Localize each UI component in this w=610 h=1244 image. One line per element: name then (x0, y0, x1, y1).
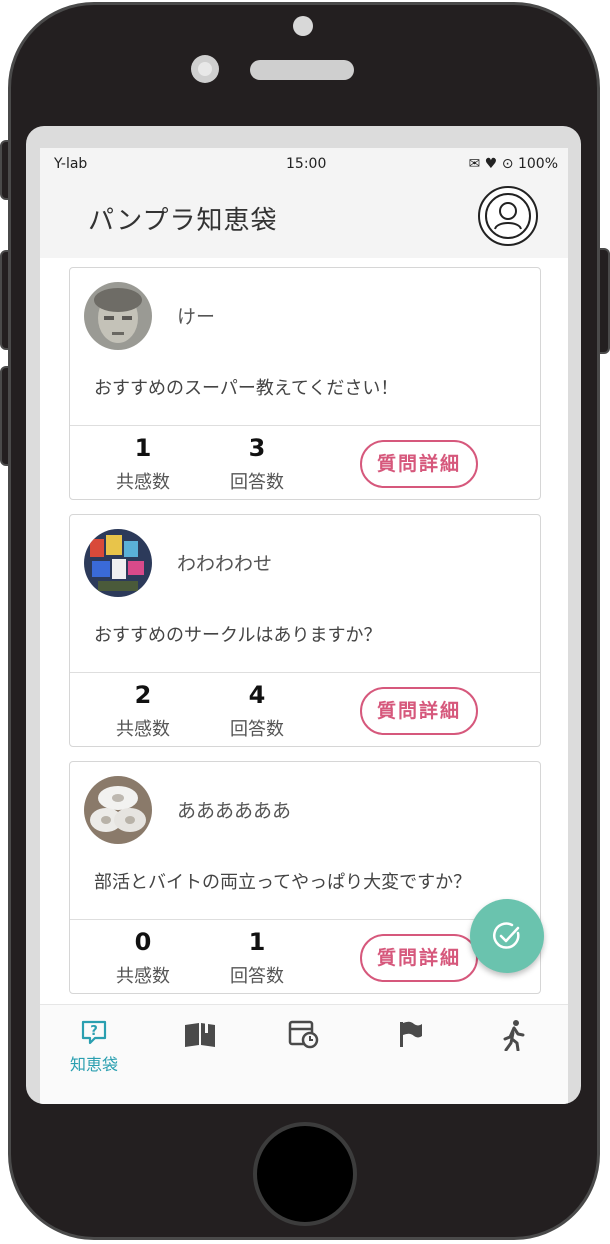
likes-label: 共感数 (116, 966, 170, 987)
question-card[interactable]: わわわわせ おすすめのサークルはありますか？ 2 共感数 4 回答数 質問詳細 (69, 514, 541, 747)
nav-item-schedule[interactable] (264, 1019, 344, 1049)
question-author: ああああああ (177, 800, 292, 822)
likes-stat: 1 共感数 (98, 434, 188, 494)
likes-stat: 0 共感数 (98, 928, 188, 988)
flag-icon (400, 1021, 422, 1047)
divider (70, 919, 540, 920)
front-camera (191, 55, 219, 83)
walking-icon (503, 1020, 525, 1051)
question-card[interactable]: けー おすすめのスーパー教えてください！ 1 共感数 3 回答数 質問詳細 (69, 267, 541, 500)
app-screen: Y-lab 15:00 ✉ ♥ ⊙ 100% パンプラ知恵袋 けー おすすめのス… (40, 148, 568, 1104)
avatar (84, 529, 152, 597)
user-avatar-icon (485, 193, 531, 239)
alarm-icon: ⊙ (501, 156, 514, 172)
nav-item-book[interactable] (160, 1019, 240, 1049)
screen: Y-lab 15:00 ✉ ♥ ⊙ 100% パンプラ知恵袋 けー おすすめのス… (26, 126, 581, 1104)
book-icon (185, 1021, 215, 1047)
svg-text:?: ? (90, 1024, 98, 1039)
answers-stat: 4 回答数 (212, 681, 302, 741)
question-author: けー (177, 306, 216, 328)
answers-count: 4 (248, 681, 266, 709)
divider (70, 672, 540, 673)
profile-button[interactable] (478, 186, 538, 246)
answers-count: 1 (248, 928, 266, 956)
answers-stat: 3 回答数 (212, 434, 302, 494)
likes-count: 0 (134, 928, 152, 956)
answers-count: 3 (248, 434, 266, 462)
battery-level: 100% (517, 156, 558, 172)
question-author: わわわわせ (177, 553, 273, 575)
avatar (84, 776, 152, 844)
app-title: パンプラ知恵袋 (88, 206, 278, 236)
answers-label: 回答数 (230, 719, 284, 740)
home-button[interactable] (253, 1122, 357, 1226)
question-detail-button[interactable]: 質問詳細 (360, 934, 478, 982)
carrier-label: Y-lab (54, 156, 88, 172)
question-card[interactable]: ああああああ 部活とバイトの両立ってやっぱり大変ですか？ 0 共感数 1 回答数… (69, 761, 541, 994)
check-circle-icon (493, 922, 520, 949)
answers-label: 回答数 (230, 472, 284, 493)
post-question-button[interactable] (470, 899, 544, 973)
front-sensor (293, 16, 313, 36)
likes-stat: 2 共感数 (98, 681, 188, 741)
clock: 15:00 (286, 156, 327, 172)
status-icons: ✉ ♥ ⊙ 100% (469, 156, 558, 172)
likes-count: 2 (134, 681, 152, 709)
question-text: おすすめのサークルはありますか？ (94, 625, 382, 646)
avatar (84, 282, 152, 350)
answers-label: 回答数 (230, 966, 284, 987)
question-text: 部活とバイトの両立ってやっぱり大変ですか？ (94, 872, 472, 893)
status-bar: Y-lab 15:00 ✉ ♥ ⊙ 100% (40, 148, 568, 178)
mail-icon: ✉ (468, 156, 481, 172)
nav-item-flag[interactable] (370, 1019, 450, 1049)
divider (70, 425, 540, 426)
answers-stat: 1 回答数 (212, 928, 302, 988)
question-detail-button[interactable]: 質問詳細 (360, 687, 478, 735)
likes-label: 共感数 (116, 472, 170, 493)
question-text: おすすめのスーパー教えてください！ (94, 378, 399, 399)
heart-icon: ♥ (484, 156, 498, 172)
earpiece-speaker (250, 60, 354, 80)
nav-label-chiebukuro: 知恵袋 (69, 1055, 118, 1074)
question-icon: ? (81, 1020, 107, 1045)
bottom-nav: ? 知恵袋 (40, 1004, 568, 1104)
nav-item-chiebukuro[interactable]: ? 知恵袋 (54, 1019, 134, 1075)
calendar-clock-icon (288, 1020, 319, 1049)
question-detail-button[interactable]: 質問詳細 (360, 440, 478, 488)
nav-item-walk[interactable] (474, 1019, 554, 1051)
likes-label: 共感数 (116, 719, 170, 740)
likes-count: 1 (134, 434, 152, 462)
app-bar: パンプラ知恵袋 (40, 178, 568, 258)
